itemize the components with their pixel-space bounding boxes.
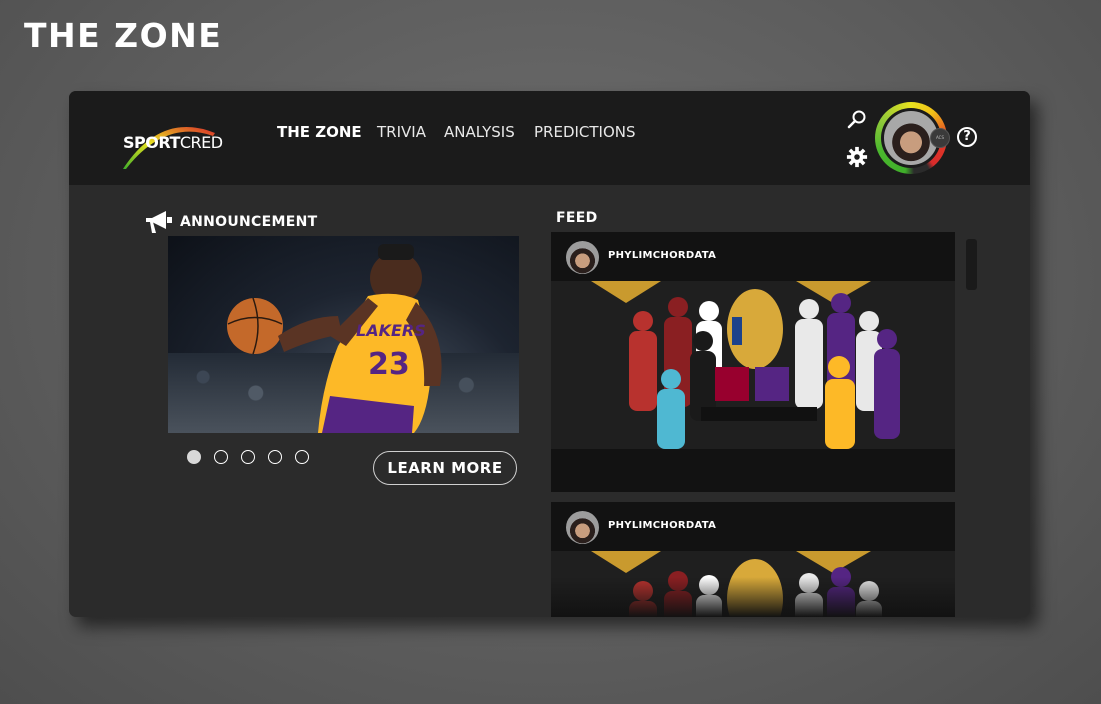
feed-post[interactable]: PHYLIMCHORDATA — [551, 502, 955, 617]
post-header: PHYLIMCHORDATA — [551, 502, 955, 551]
nba-finals-graphic[interactable] — [551, 281, 955, 449]
post-fade-overlay — [551, 577, 955, 617]
announcement-title: ANNOUNCEMENT — [180, 214, 318, 230]
megaphone-icon — [146, 211, 172, 233]
feed-title: FEED — [556, 210, 598, 226]
page-title: THE ZONE — [24, 16, 223, 55]
top-navigation-bar: SPORTCRED THE ZONE TRIVIA ANALYSIS PREDI… — [69, 91, 1030, 185]
announcement-image[interactable]: 23 LAKERS — [168, 236, 519, 433]
feed-scrollbar[interactable] — [966, 239, 977, 290]
user-avatar[interactable]: ACS — [875, 102, 950, 174]
basketball-player-illustration: 23 LAKERS — [227, 244, 442, 433]
carousel-indicators — [187, 450, 309, 464]
learn-more-button[interactable]: LEARN MORE — [373, 451, 517, 485]
nav-tab-trivia[interactable]: TRIVIA — [377, 123, 426, 141]
sportcred-logo[interactable]: SPORTCRED — [121, 115, 225, 171]
help-icon[interactable]: ? — [957, 127, 977, 147]
svg-text:LAKERS: LAKERS — [356, 321, 426, 340]
nav-tab-predictions[interactable]: PREDICTIONS — [534, 123, 636, 141]
logo-text: SPORTCRED — [123, 133, 223, 152]
carousel-dot-3[interactable] — [241, 450, 255, 464]
acs-score-badge: ACS — [930, 128, 950, 148]
search-icon[interactable] — [846, 109, 868, 131]
post-header: PHYLIMCHORDATA — [551, 232, 955, 281]
nav-tab-analysis[interactable]: ANALYSIS — [444, 123, 515, 141]
carousel-dot-1[interactable] — [187, 450, 201, 464]
post-author-username[interactable]: PHYLIMCHORDATA — [608, 250, 716, 261]
post-author-avatar[interactable] — [566, 511, 599, 544]
gear-icon[interactable] — [846, 146, 868, 168]
post-author-username[interactable]: PHYLIMCHORDATA — [608, 520, 716, 531]
svg-text:23: 23 — [368, 347, 410, 382]
carousel-dot-5[interactable] — [295, 450, 309, 464]
app-window: SPORTCRED THE ZONE TRIVIA ANALYSIS PREDI… — [69, 91, 1030, 617]
feed-post[interactable]: PHYLIMCHORDATA — [551, 232, 955, 492]
nav-tab-the-zone[interactable]: THE ZONE — [277, 123, 362, 141]
announcement-header: ANNOUNCEMENT — [144, 209, 317, 235]
carousel-dot-4[interactable] — [268, 450, 282, 464]
carousel-dot-2[interactable] — [214, 450, 228, 464]
post-author-avatar[interactable] — [566, 241, 599, 274]
